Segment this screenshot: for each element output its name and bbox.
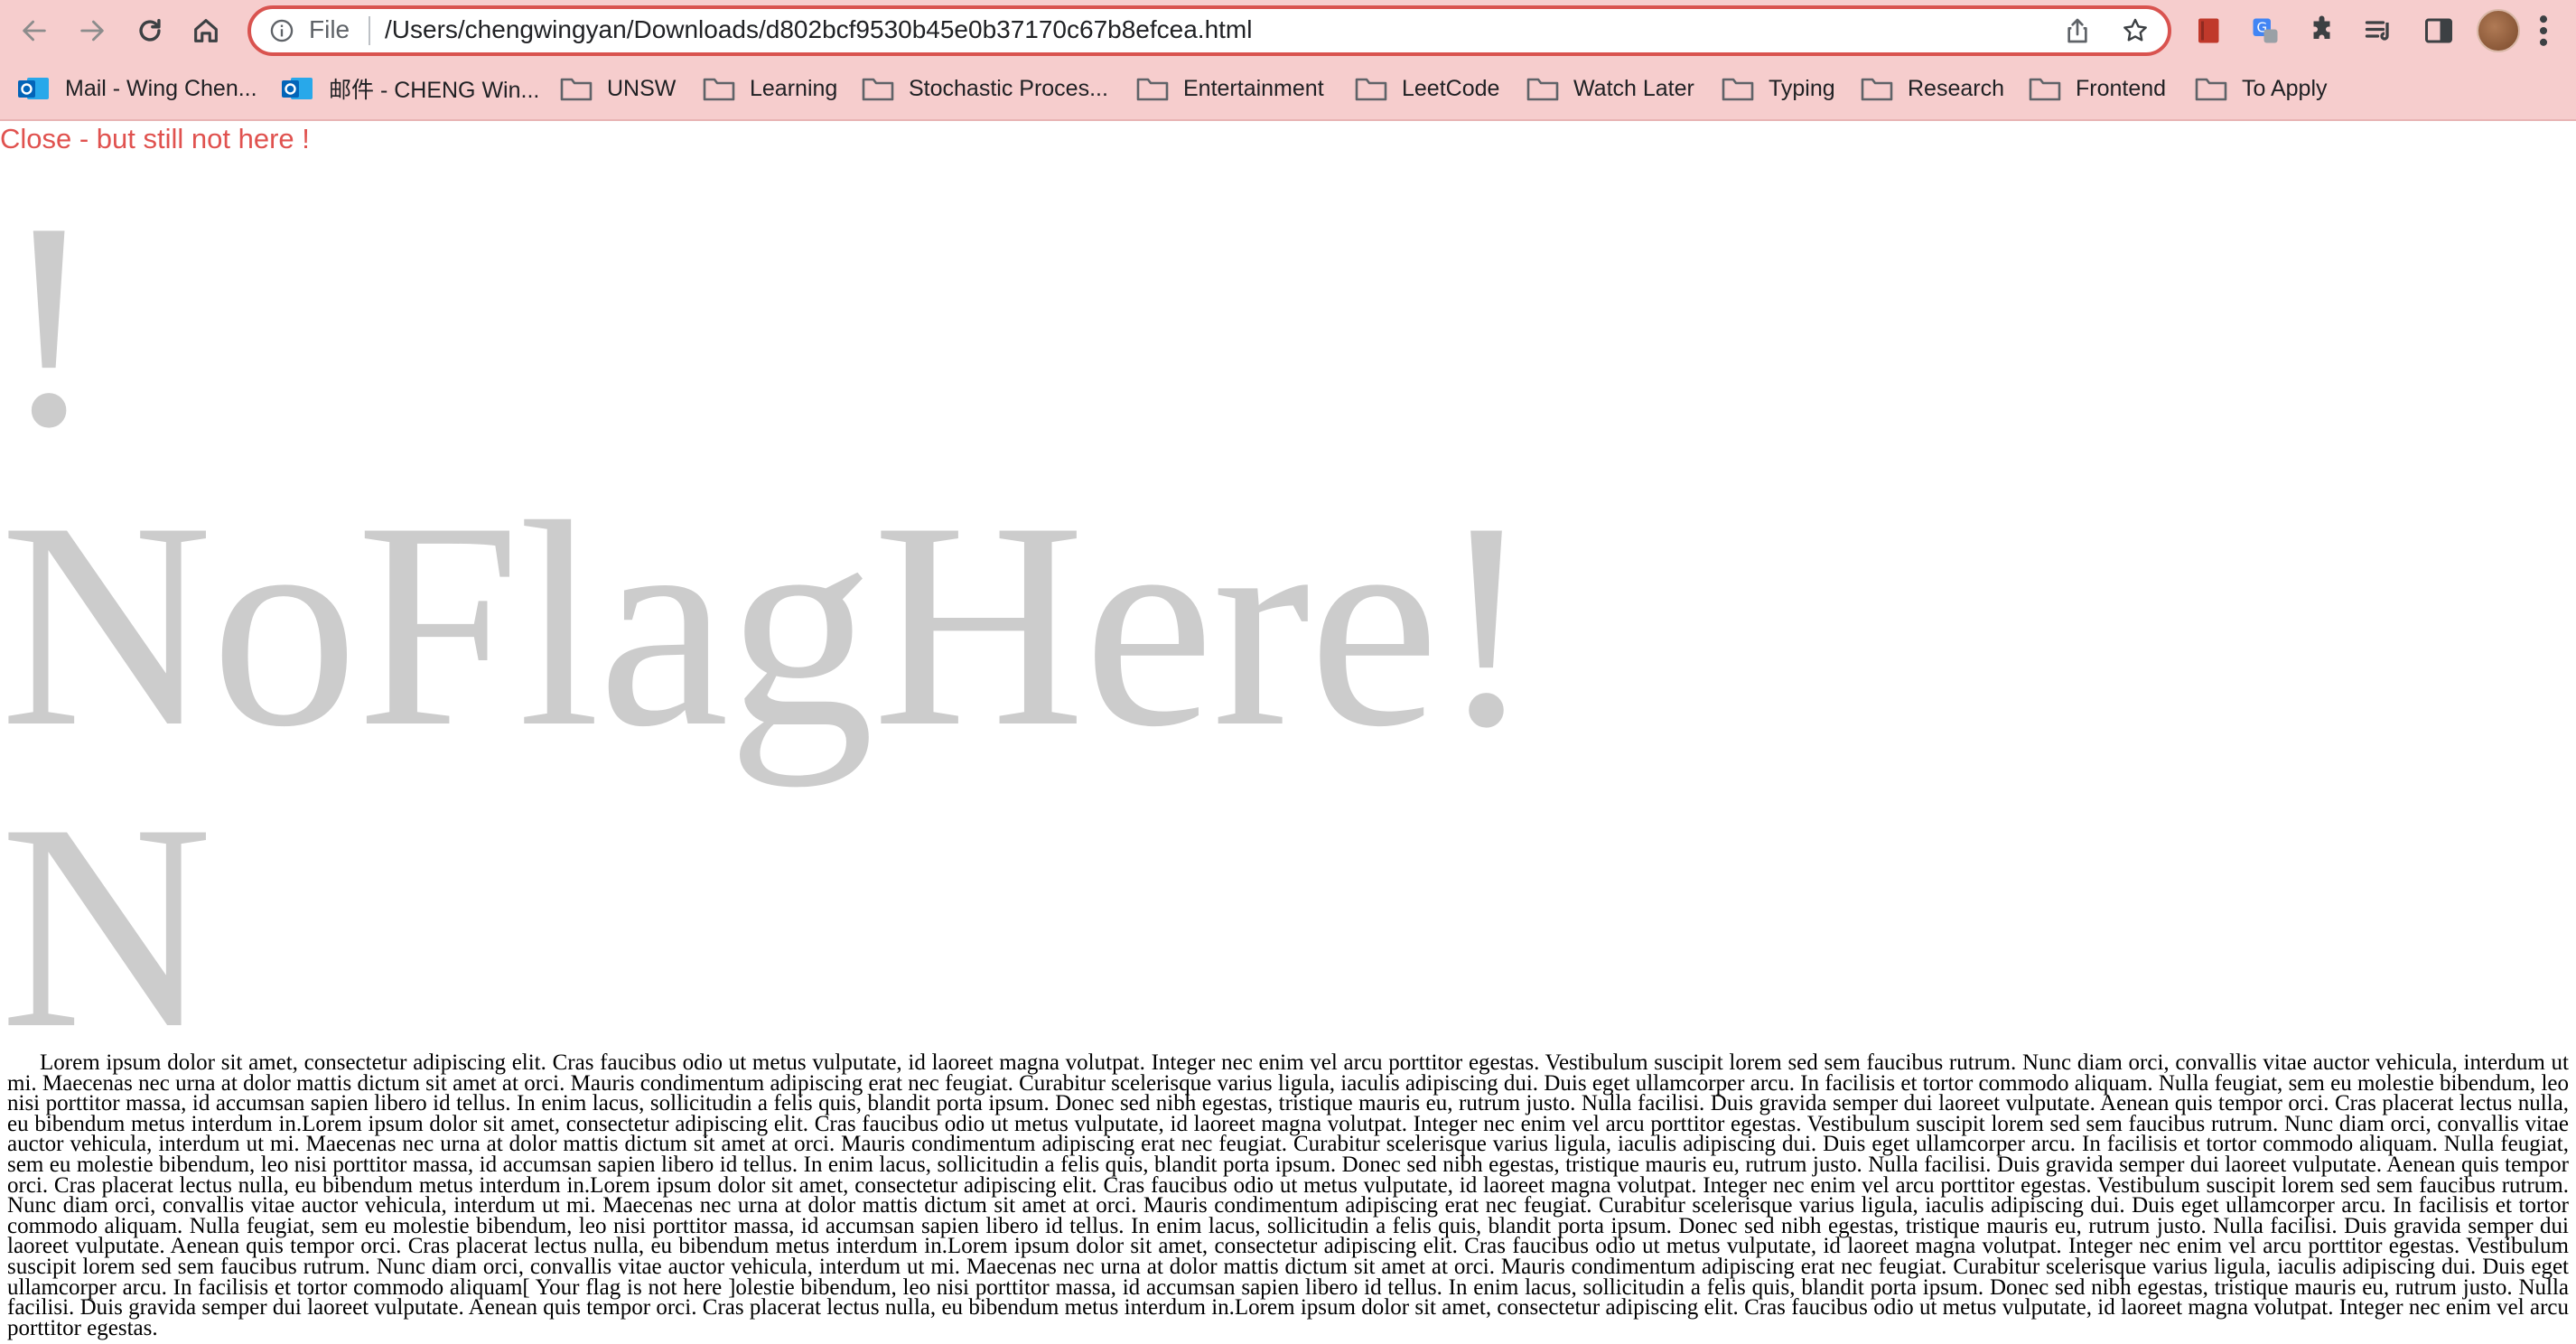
- bookmark-label: Learning: [750, 75, 838, 101]
- bookmark-folder-research[interactable]: Research: [1861, 70, 2004, 107]
- outlook-icon: [282, 74, 314, 103]
- bookmark-label: 邮件 - CHENG Win...: [329, 78, 540, 103]
- bookmark-folder-watch-later[interactable]: Watch Later: [1526, 70, 1694, 107]
- red-note-text: Close - but still not here !: [0, 123, 310, 154]
- browser-toolbar: File /Users/chengwingyan/Downloads/d802b…: [0, 0, 2576, 61]
- bookmark-label: Frontend: [2076, 75, 2167, 101]
- home-button[interactable]: [186, 11, 226, 51]
- big-text-line: !: [0, 161, 98, 488]
- outlook-icon: [18, 74, 51, 103]
- bookmarks-bar: Mail - Wing Chen... 邮件 - CHENG Win... UN…: [0, 65, 2576, 112]
- bookmark-folder-learning[interactable]: Learning: [703, 70, 837, 107]
- info-icon[interactable]: [269, 18, 294, 43]
- big-text-line: N: [0, 762, 213, 1089]
- page-content: Close - but still not here ! ! NoFlagHer…: [0, 123, 2576, 1344]
- book-extension-icon[interactable]: [2191, 13, 2227, 49]
- bookmark-folder-to-apply[interactable]: To Apply: [2195, 70, 2328, 107]
- reading-list-icon[interactable]: [2361, 13, 2397, 49]
- bookmark-folder-typing[interactable]: Typing: [1722, 70, 1835, 107]
- folder-icon: [560, 74, 593, 103]
- folder-icon: [1722, 74, 1754, 103]
- scheme-label: File: [309, 15, 350, 43]
- back-button[interactable]: [14, 11, 54, 51]
- bookmark-mail[interactable]: Mail - Wing Chen...: [18, 70, 257, 107]
- bookmark-label: UNSW: [607, 75, 677, 101]
- bookmark-label: To Apply: [2242, 75, 2328, 101]
- folder-icon: [862, 74, 894, 103]
- folder-icon: [1861, 74, 1893, 103]
- bookmark-label: Watch Later: [1573, 75, 1694, 101]
- browser-chrome: File /Users/chengwingyan/Downloads/d802b…: [0, 0, 2576, 121]
- bookmark-label: Entertainment: [1183, 75, 1324, 101]
- side-panel-icon[interactable]: [2421, 13, 2457, 49]
- lorem-paragraph: Lorem ipsum dolor sit amet, consectetur …: [7, 1050, 2569, 1340]
- share-icon[interactable]: [2063, 16, 2092, 45]
- bookmark-label: Stochastic Proces...: [909, 75, 1108, 101]
- bookmark-folder-unsw[interactable]: UNSW: [560, 70, 676, 107]
- folder-icon: [1355, 74, 1387, 103]
- translate-extension-icon[interactable]: G: [2247, 13, 2283, 49]
- bookmark-folder-entertainment[interactable]: Entertainment: [1136, 70, 1324, 107]
- bookmark-label: Mail - Wing Chen...: [65, 75, 257, 101]
- profile-avatar[interactable]: [2477, 9, 2520, 52]
- reload-button[interactable]: [130, 11, 170, 51]
- folder-icon: [2195, 74, 2227, 103]
- forward-button[interactable]: [72, 11, 112, 51]
- bookmark-label: LeetCode: [1402, 75, 1500, 101]
- home-icon: [194, 19, 218, 42]
- bookmark-folder-frontend[interactable]: Frontend: [2029, 70, 2166, 107]
- extensions-puzzle-icon[interactable]: [2305, 13, 2341, 49]
- bookmark-label: Research: [1908, 75, 2004, 101]
- arrow-left-icon: [23, 20, 46, 42]
- url-text[interactable]: /Users/chengwingyan/Downloads/d802bcf953…: [385, 15, 1252, 44]
- reload-icon: [139, 18, 161, 42]
- menu-kebab-icon[interactable]: [2534, 11, 2553, 51]
- folder-icon: [1526, 74, 1559, 103]
- folder-icon: [2029, 74, 2061, 103]
- bookmark-mail-cn[interactable]: 邮件 - CHENG Win...: [282, 70, 539, 107]
- big-text-line: NoFlagHere!: [0, 461, 1535, 788]
- arrow-right-icon: [80, 20, 104, 42]
- bookmark-label: Typing: [1769, 75, 1835, 101]
- address-bar[interactable]: File /Users/chengwingyan/Downloads/d802b…: [247, 5, 2171, 56]
- star-icon[interactable]: [2121, 16, 2150, 45]
- address-separator: [369, 16, 370, 45]
- folder-icon: [1136, 74, 1169, 103]
- bookmark-folder-stochastic[interactable]: Stochastic Proces...: [862, 70, 1108, 107]
- bookmark-folder-leetcode[interactable]: LeetCode: [1355, 70, 1499, 107]
- folder-icon: [703, 74, 735, 103]
